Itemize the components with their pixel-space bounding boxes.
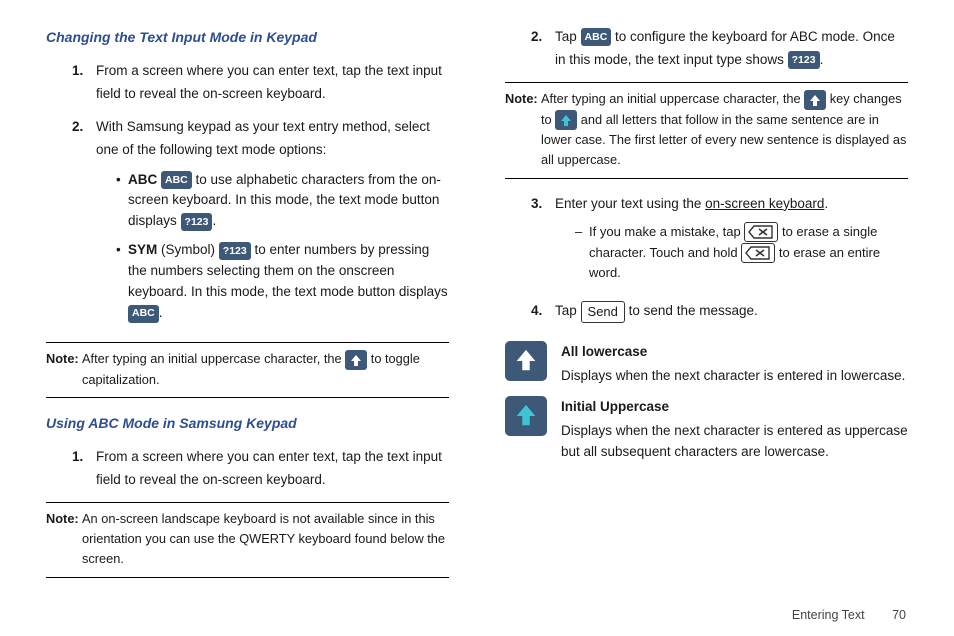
- info-body: All lowercase Displays when the next cha…: [561, 341, 908, 386]
- shift-lowercase-icon: [505, 341, 547, 381]
- note-label: Note:: [46, 509, 82, 568]
- step-number: 1.: [72, 446, 96, 492]
- heading-using-abc: Using ABC Mode in Samsung Keypad: [46, 412, 449, 436]
- shift-icon: [555, 110, 577, 130]
- heading-change-mode: Changing the Text Input Mode in Keypad: [46, 26, 449, 50]
- note-text-c: and all letters that follow in the same …: [541, 112, 906, 167]
- info-initial-uppercase: Initial Uppercase Displays when the next…: [505, 396, 908, 463]
- step-text-a: Enter your text using the: [555, 196, 705, 211]
- dash-text-a: If you make a mistake, tap: [589, 224, 744, 239]
- note-text-a: After typing an initial uppercase charac…: [82, 351, 345, 366]
- page-footer: Entering Text 70: [792, 608, 906, 622]
- bullet-sym: • SYM (Symbol) ?123 to enter numbers by …: [96, 240, 449, 324]
- note-body: After typing an initial uppercase charac…: [82, 349, 449, 389]
- info-text: Displays when the next character is ente…: [561, 368, 905, 383]
- info-title: Initial Uppercase: [561, 396, 908, 418]
- num-mode-icon: ?123: [219, 242, 251, 260]
- step-number: 2.: [72, 116, 96, 332]
- num-mode-icon: ?123: [181, 213, 213, 231]
- abc-mode-icon: ABC: [161, 171, 192, 189]
- step-body: Tap Send to send the message.: [555, 300, 908, 323]
- bullet-body: ABC ABC to use alphabetic characters fro…: [128, 170, 449, 233]
- step-text-b: to send the message.: [625, 303, 758, 318]
- num-mode-icon: ?123: [788, 51, 820, 69]
- note-body: An on-screen landscape keyboard is not a…: [82, 509, 449, 568]
- note-capitalization: Note: After typing an initial uppercase …: [46, 342, 449, 398]
- step-body: From a screen where you can enter text, …: [96, 60, 449, 106]
- step-text-a: Tap: [555, 29, 581, 44]
- abc-mode-icon: ABC: [581, 28, 612, 46]
- step-number: 1.: [72, 60, 96, 106]
- shift-uppercase-icon: [505, 396, 547, 436]
- bullet-abc: • ABC ABC to use alphabetic characters f…: [96, 170, 449, 233]
- step-1: 1. From a screen where you can enter tex…: [46, 60, 449, 106]
- step-2r: 2. Tap ABC to configure the keyboard for…: [505, 26, 908, 72]
- right-column: 2. Tap ABC to configure the keyboard for…: [477, 20, 918, 626]
- page: Changing the Text Input Mode in Keypad 1…: [0, 0, 954, 636]
- dash-mistake: – If you make a mistake, tap to erase a …: [555, 222, 908, 284]
- step-body: Tap ABC to configure the keyboard for AB…: [555, 26, 908, 72]
- info-title: All lowercase: [561, 341, 908, 363]
- note-landscape: Note: An on-screen landscape keyboard is…: [46, 502, 449, 577]
- step-text: With Samsung keypad as your text entry m…: [96, 119, 430, 157]
- step-body: With Samsung keypad as your text entry m…: [96, 116, 449, 332]
- step-number: 3.: [531, 193, 555, 290]
- step-number: 2.: [531, 26, 555, 72]
- sym-paren: (Symbol): [157, 242, 219, 257]
- step-text-a: Tap: [555, 303, 581, 318]
- shift-icon: [345, 350, 367, 370]
- step-1b: 1. From a screen where you can enter tex…: [46, 446, 449, 492]
- shift-icon: [804, 90, 826, 110]
- note-body: After typing an initial uppercase charac…: [541, 89, 908, 170]
- note-uppercase: Note: After typing an initial uppercase …: [505, 82, 908, 179]
- step-text-c: .: [824, 196, 828, 211]
- step-number: 4.: [531, 300, 555, 323]
- note-text-a: After typing an initial uppercase charac…: [541, 91, 804, 106]
- step-4: 4. Tap Send to send the message.: [505, 300, 908, 323]
- backspace-icon: [744, 222, 778, 242]
- send-button-icon: Send: [581, 301, 625, 323]
- bullet-mark: •: [116, 170, 128, 233]
- bullet-body: SYM (Symbol) ?123 to enter numbers by pr…: [128, 240, 449, 324]
- left-column: Changing the Text Input Mode in Keypad 1…: [36, 20, 477, 626]
- step-2: 2. With Samsung keypad as your text entr…: [46, 116, 449, 332]
- dash-body: If you make a mistake, tap to erase a si…: [589, 222, 908, 284]
- bullet-mark: •: [116, 240, 128, 324]
- dash-mark: –: [575, 222, 589, 284]
- note-label: Note:: [46, 349, 82, 389]
- info-all-lowercase: All lowercase Displays when the next cha…: [505, 341, 908, 386]
- step-text-underline: on-screen keyboard: [705, 196, 824, 211]
- footer-page-number: 70: [892, 608, 906, 622]
- note-label: Note:: [505, 89, 541, 170]
- step-3: 3. Enter your text using the on-screen k…: [505, 193, 908, 290]
- info-body: Initial Uppercase Displays when the next…: [561, 396, 908, 463]
- footer-section: Entering Text: [792, 608, 865, 622]
- abc-label: ABC: [128, 172, 157, 187]
- info-text: Displays when the next character is ente…: [561, 423, 908, 460]
- abc-mode-icon: ABC: [128, 305, 159, 323]
- sym-label: SYM: [128, 242, 157, 257]
- backspace-icon: [741, 243, 775, 263]
- step-body: From a screen where you can enter text, …: [96, 446, 449, 492]
- step-body: Enter your text using the on-screen keyb…: [555, 193, 908, 290]
